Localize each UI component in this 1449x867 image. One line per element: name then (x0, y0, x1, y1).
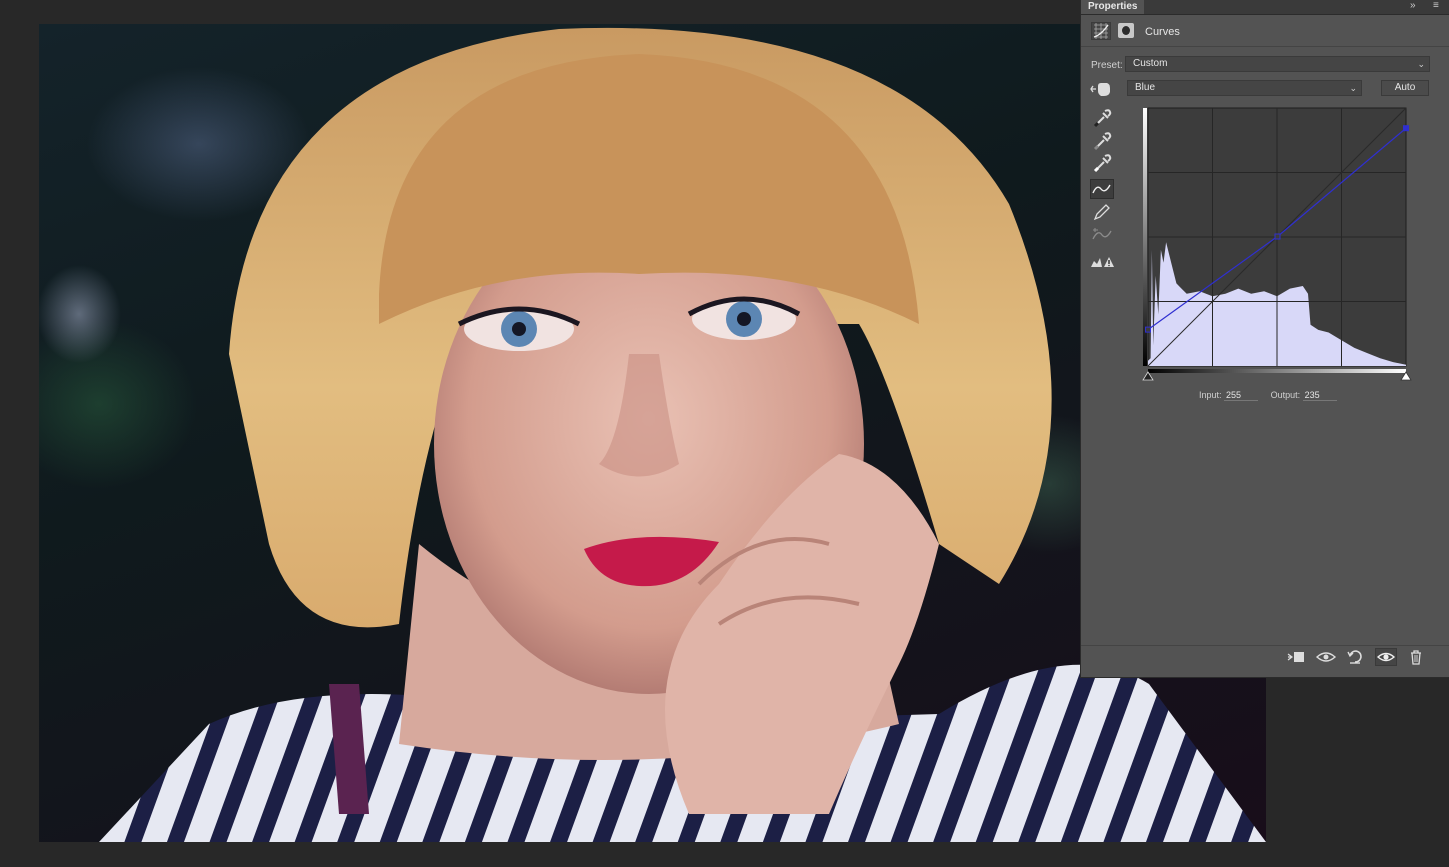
output-label: Output: (1270, 390, 1301, 400)
reset-icon[interactable] (1344, 648, 1366, 666)
delete-trash-icon[interactable] (1405, 648, 1427, 666)
gray-point-eyedropper-icon[interactable] (1090, 131, 1114, 151)
input-label: Input: (1199, 390, 1222, 400)
layer-mask-icon[interactable] (1118, 23, 1134, 38)
curve-control-point[interactable] (1145, 326, 1151, 333)
properties-panel: Properties » ≡ Curves Preset: Custom ⌄ B… (1080, 0, 1449, 678)
curves-graph[interactable] (1139, 104, 1431, 386)
double-chevron-right-icon[interactable]: » (1410, 0, 1416, 12)
visibility-eye-icon[interactable] (1375, 648, 1397, 666)
curve-edit-points-icon[interactable] (1090, 179, 1114, 199)
adjustment-title: Curves (1145, 26, 1180, 38)
chevron-down-icon: ⌄ (1417, 59, 1425, 69)
channel-value: Blue (1135, 82, 1156, 93)
curve-control-point[interactable] (1403, 125, 1409, 132)
panel-tab-bar: Properties » ≡ (1081, 0, 1449, 15)
divider (1081, 46, 1449, 47)
chevron-down-icon: ⌄ (1349, 83, 1357, 93)
input-output-row: Input: 255 Output: 235 (1199, 390, 1347, 401)
preset-label: Preset: (1091, 60, 1123, 71)
target-adjustment-hand-icon[interactable] (1090, 81, 1112, 97)
divider (1081, 645, 1449, 646)
curves-adjustment-icon[interactable] (1091, 22, 1111, 40)
tab-properties[interactable]: Properties (1081, 0, 1145, 14)
view-previous-state-icon[interactable] (1315, 648, 1337, 666)
clip-to-layer-icon[interactable] (1285, 648, 1307, 666)
channel-dropdown[interactable]: Blue ⌄ (1127, 80, 1362, 96)
input-field[interactable]: 255 (1224, 390, 1259, 401)
pencil-draw-icon[interactable] (1090, 202, 1114, 222)
black-point-slider[interactable] (1142, 371, 1154, 381)
black-point-eyedropper-icon[interactable] (1090, 108, 1114, 128)
preset-dropdown[interactable]: Custom ⌄ (1125, 56, 1430, 72)
white-point-slider[interactable] (1400, 371, 1412, 381)
output-field[interactable]: 235 (1302, 390, 1337, 401)
preset-value: Custom (1133, 58, 1168, 69)
panel-menu-icon[interactable]: ≡ (1433, 0, 1439, 12)
auto-button[interactable]: Auto (1381, 80, 1429, 96)
curve-control-point[interactable] (1274, 233, 1281, 240)
clipping-warning-icon[interactable] (1090, 252, 1114, 272)
smooth-curve-icon[interactable] (1090, 225, 1114, 245)
white-point-eyedropper-icon[interactable] (1090, 153, 1114, 173)
